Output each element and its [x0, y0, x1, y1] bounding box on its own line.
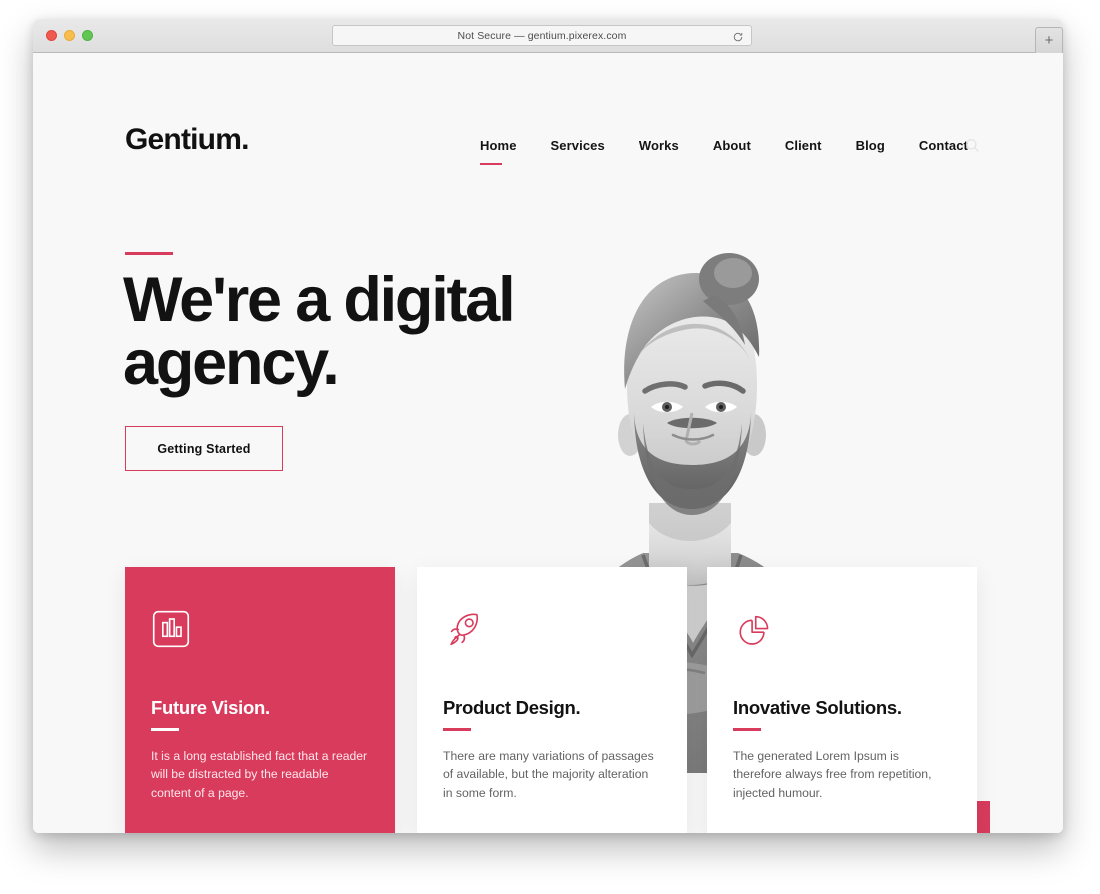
window-traffic-lights — [46, 30, 93, 41]
feature-card-text: There are many variations of passages of… — [443, 748, 654, 801]
new-tab-button[interactable]: + — [1035, 27, 1063, 53]
new-tab-label: + — [1044, 32, 1054, 49]
feature-card-text: The generated Lorem Ipsum is therefore a… — [733, 748, 932, 801]
pie-chart-icon — [733, 609, 951, 653]
feature-card-rule — [443, 728, 471, 731]
screenshot-root: Not Secure — gentium.pixerex.com + Genti… — [0, 0, 1100, 894]
feature-card-title: Inovative Solutions. — [733, 697, 902, 718]
browser-titlebar: Not Secure — gentium.pixerex.com + — [33, 19, 1063, 53]
feature-card-future-vision[interactable]: Future Vision. It is a long established … — [125, 567, 395, 833]
address-bar[interactable]: Not Secure — gentium.pixerex.com — [332, 25, 752, 46]
feature-card-inovative-solutions[interactable]: Inovative Solutions. The generated Lorem… — [707, 567, 977, 833]
reload-icon[interactable] — [732, 30, 744, 42]
feature-card-product-design[interactable]: Product Design. There are many variation… — [417, 567, 687, 833]
feature-card-title: Product Design. — [443, 697, 581, 718]
address-bar-text: Not Secure — gentium.pixerex.com — [457, 29, 627, 42]
zoom-window-button[interactable] — [82, 30, 93, 41]
feature-card-rule — [151, 728, 179, 731]
minimize-window-button[interactable] — [64, 30, 75, 41]
feature-cards: Future Vision. It is a long established … — [33, 53, 1063, 833]
feature-card-rule — [733, 728, 761, 731]
rocket-icon — [443, 609, 661, 653]
feature-card-title: Future Vision. — [151, 697, 270, 718]
page-viewport: Gentium. Home Services Works About Clien… — [33, 53, 1063, 833]
browser-window: Not Secure — gentium.pixerex.com + Genti… — [33, 19, 1063, 833]
close-window-button[interactable] — [46, 30, 57, 41]
bar-chart-icon — [151, 609, 369, 653]
feature-card-text: It is a long established fact that a rea… — [151, 748, 368, 801]
